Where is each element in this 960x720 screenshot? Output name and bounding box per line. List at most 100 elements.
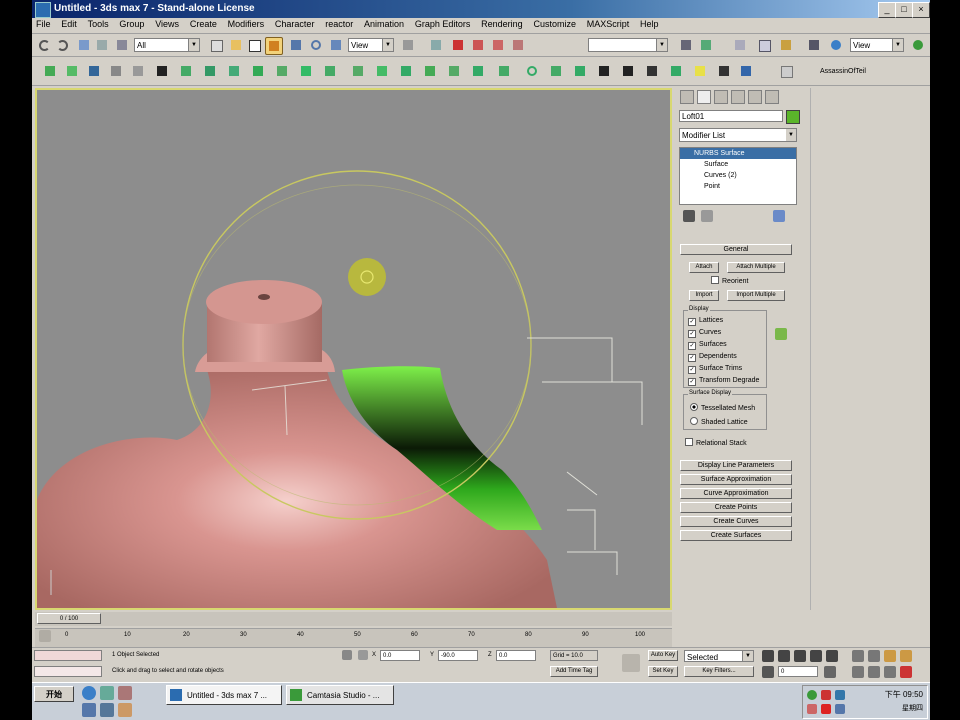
lathe-surface-button[interactable] xyxy=(524,63,540,79)
time-configuration-button[interactable] xyxy=(824,666,836,678)
mini-curve-editor-button[interactable] xyxy=(39,630,51,642)
desktop-quicklaunch-button[interactable] xyxy=(100,686,114,700)
redo-button[interactable] xyxy=(54,37,70,53)
material-editor-button[interactable] xyxy=(778,37,794,53)
unlink-button[interactable] xyxy=(94,37,110,53)
select-move-button[interactable] xyxy=(288,37,304,53)
layer-manager-button[interactable] xyxy=(732,37,748,53)
create-tab[interactable] xyxy=(680,90,694,104)
shaded-lattice-radio[interactable]: Shaded Lattice xyxy=(690,417,748,426)
normal-projected-curve-button[interactable] xyxy=(398,63,414,79)
cap-surface-button[interactable] xyxy=(572,63,588,79)
ie-quicklaunch-button[interactable] xyxy=(82,686,96,700)
cv-on-surface-button[interactable] xyxy=(446,63,462,79)
attach-multiple-button[interactable]: Attach Multiple xyxy=(727,262,785,273)
curve-point-button[interactable] xyxy=(130,63,146,79)
fit-curve-button[interactable] xyxy=(154,63,170,79)
blend-curve-button[interactable] xyxy=(202,63,218,79)
menu-rendering[interactable]: Rendering xyxy=(477,18,527,30)
minimize-button[interactable]: _ xyxy=(878,2,896,18)
offset-point-button[interactable] xyxy=(108,63,124,79)
reorient-checkbox[interactable]: Reorient xyxy=(711,276,748,285)
display-tab[interactable] xyxy=(748,90,762,104)
mirror-curve-button[interactable] xyxy=(250,63,266,79)
menu-graph-editors[interactable]: Graph Editors xyxy=(411,18,475,30)
tray-icon-2[interactable] xyxy=(821,690,831,700)
maxscript-listener-field[interactable] xyxy=(34,650,102,661)
spinner-snap-button[interactable] xyxy=(510,37,526,53)
point-curve-button[interactable] xyxy=(42,63,58,79)
menu-create[interactable]: Create xyxy=(186,18,221,30)
tray-icon-4[interactable] xyxy=(807,704,817,714)
select-by-name-button[interactable] xyxy=(228,37,244,53)
v-iso-curve-button[interactable] xyxy=(374,63,390,79)
u-iso-curve-button[interactable] xyxy=(350,63,366,79)
menu-tools[interactable]: Tools xyxy=(84,18,113,30)
absolute-mode-button[interactable] xyxy=(358,650,368,660)
zoom-extents-button[interactable] xyxy=(884,650,896,662)
stack-item-curves[interactable]: Curves (2) xyxy=(680,170,796,181)
start-button[interactable]: 开始 xyxy=(34,686,74,702)
perspective-viewport[interactable] xyxy=(35,88,672,610)
lattices-checkbox[interactable]: ✓ Lattices xyxy=(688,317,723,326)
x-coordinate-field[interactable]: 0.0 xyxy=(380,650,420,661)
percent-snap-button[interactable] xyxy=(490,37,506,53)
point-on-surface-button[interactable] xyxy=(470,63,486,79)
select-object-button[interactable] xyxy=(208,37,224,53)
multicurve-trim-button[interactable] xyxy=(716,63,732,79)
previous-frame-button[interactable] xyxy=(778,650,790,662)
curves-checkbox[interactable]: ✓ Curves xyxy=(688,329,721,338)
stack-item-surface[interactable]: Surface xyxy=(680,159,796,170)
fillet-surface-button[interactable] xyxy=(738,63,754,79)
task-camtasia[interactable]: Camtasia Studio - ... xyxy=(286,685,394,705)
ruled-surface-button[interactable] xyxy=(548,63,564,79)
menu-customize[interactable]: Customize xyxy=(529,18,580,30)
zoom-button[interactable] xyxy=(852,650,864,662)
quick-render-button[interactable] xyxy=(828,37,844,53)
view-render-dropdown[interactable]: View ▼ xyxy=(850,38,904,52)
surfaces-checkbox[interactable]: ✓ Surfaces xyxy=(688,341,727,350)
quicklaunch-button-4[interactable] xyxy=(82,703,96,717)
auto-key-button[interactable]: Auto Key xyxy=(648,650,678,661)
vector-projected-curve-button[interactable] xyxy=(422,63,438,79)
fillet-curve-button[interactable] xyxy=(298,63,314,79)
add-time-tag-button[interactable]: Add Time Tag xyxy=(550,666,598,677)
one-rail-sweep-button[interactable] xyxy=(644,63,660,79)
pan-view-button[interactable] xyxy=(868,666,880,678)
track-bar[interactable]: 0 10 20 30 40 50 60 70 80 90 100 xyxy=(35,628,672,647)
create-points-rollout[interactable]: Create Points xyxy=(680,502,792,513)
render-scene-button[interactable] xyxy=(806,37,822,53)
surface-edge-curve-button[interactable] xyxy=(322,63,338,79)
loft-profile-curves[interactable] xyxy=(527,337,643,575)
selection-filter-dropdown[interactable]: All ▼ xyxy=(134,38,200,52)
select-link-button[interactable] xyxy=(76,37,92,53)
bind-spacewarp-button[interactable] xyxy=(114,37,130,53)
menu-maxscript[interactable]: MAXScript xyxy=(583,18,634,30)
key-mode-button[interactable] xyxy=(622,654,640,672)
named-selection-dropdown[interactable]: ▼ xyxy=(588,38,668,52)
maximize-viewport-button[interactable] xyxy=(900,666,912,678)
go-to-start-button[interactable] xyxy=(762,650,774,662)
cv-curve-button[interactable] xyxy=(64,63,80,79)
gizmo-center-handle[interactable] xyxy=(348,258,386,296)
menu-modifiers[interactable]: Modifiers xyxy=(224,18,269,30)
menu-animation[interactable]: Animation xyxy=(360,18,408,30)
key-selection-dropdown[interactable]: Selected ▼ xyxy=(684,650,754,662)
menu-views[interactable]: Views xyxy=(151,18,183,30)
tray-icon-1[interactable] xyxy=(807,690,817,700)
transform-degrade-checkbox[interactable]: ✓ Transform Degrade xyxy=(688,377,759,386)
undo-button[interactable] xyxy=(36,37,52,53)
object-name-field[interactable]: Loft01 xyxy=(679,110,783,122)
field-of-view-button[interactable] xyxy=(852,666,864,678)
volume-icon-button[interactable] xyxy=(835,704,845,714)
select-rotate-button[interactable] xyxy=(308,37,324,53)
display-toggle-button[interactable] xyxy=(775,328,787,340)
surface-offset-curve-button[interactable] xyxy=(496,63,512,79)
quicklaunch-button-6[interactable] xyxy=(118,703,132,717)
time-slider[interactable]: 0 / 100 xyxy=(35,612,672,626)
quicklaunch-button-3[interactable] xyxy=(118,686,132,700)
pin-stack-button[interactable] xyxy=(683,210,695,222)
key-mode-toggle-button[interactable] xyxy=(762,666,774,678)
point-surface-button[interactable] xyxy=(86,63,102,79)
create-curves-rollout[interactable]: Create Curves xyxy=(680,516,792,527)
